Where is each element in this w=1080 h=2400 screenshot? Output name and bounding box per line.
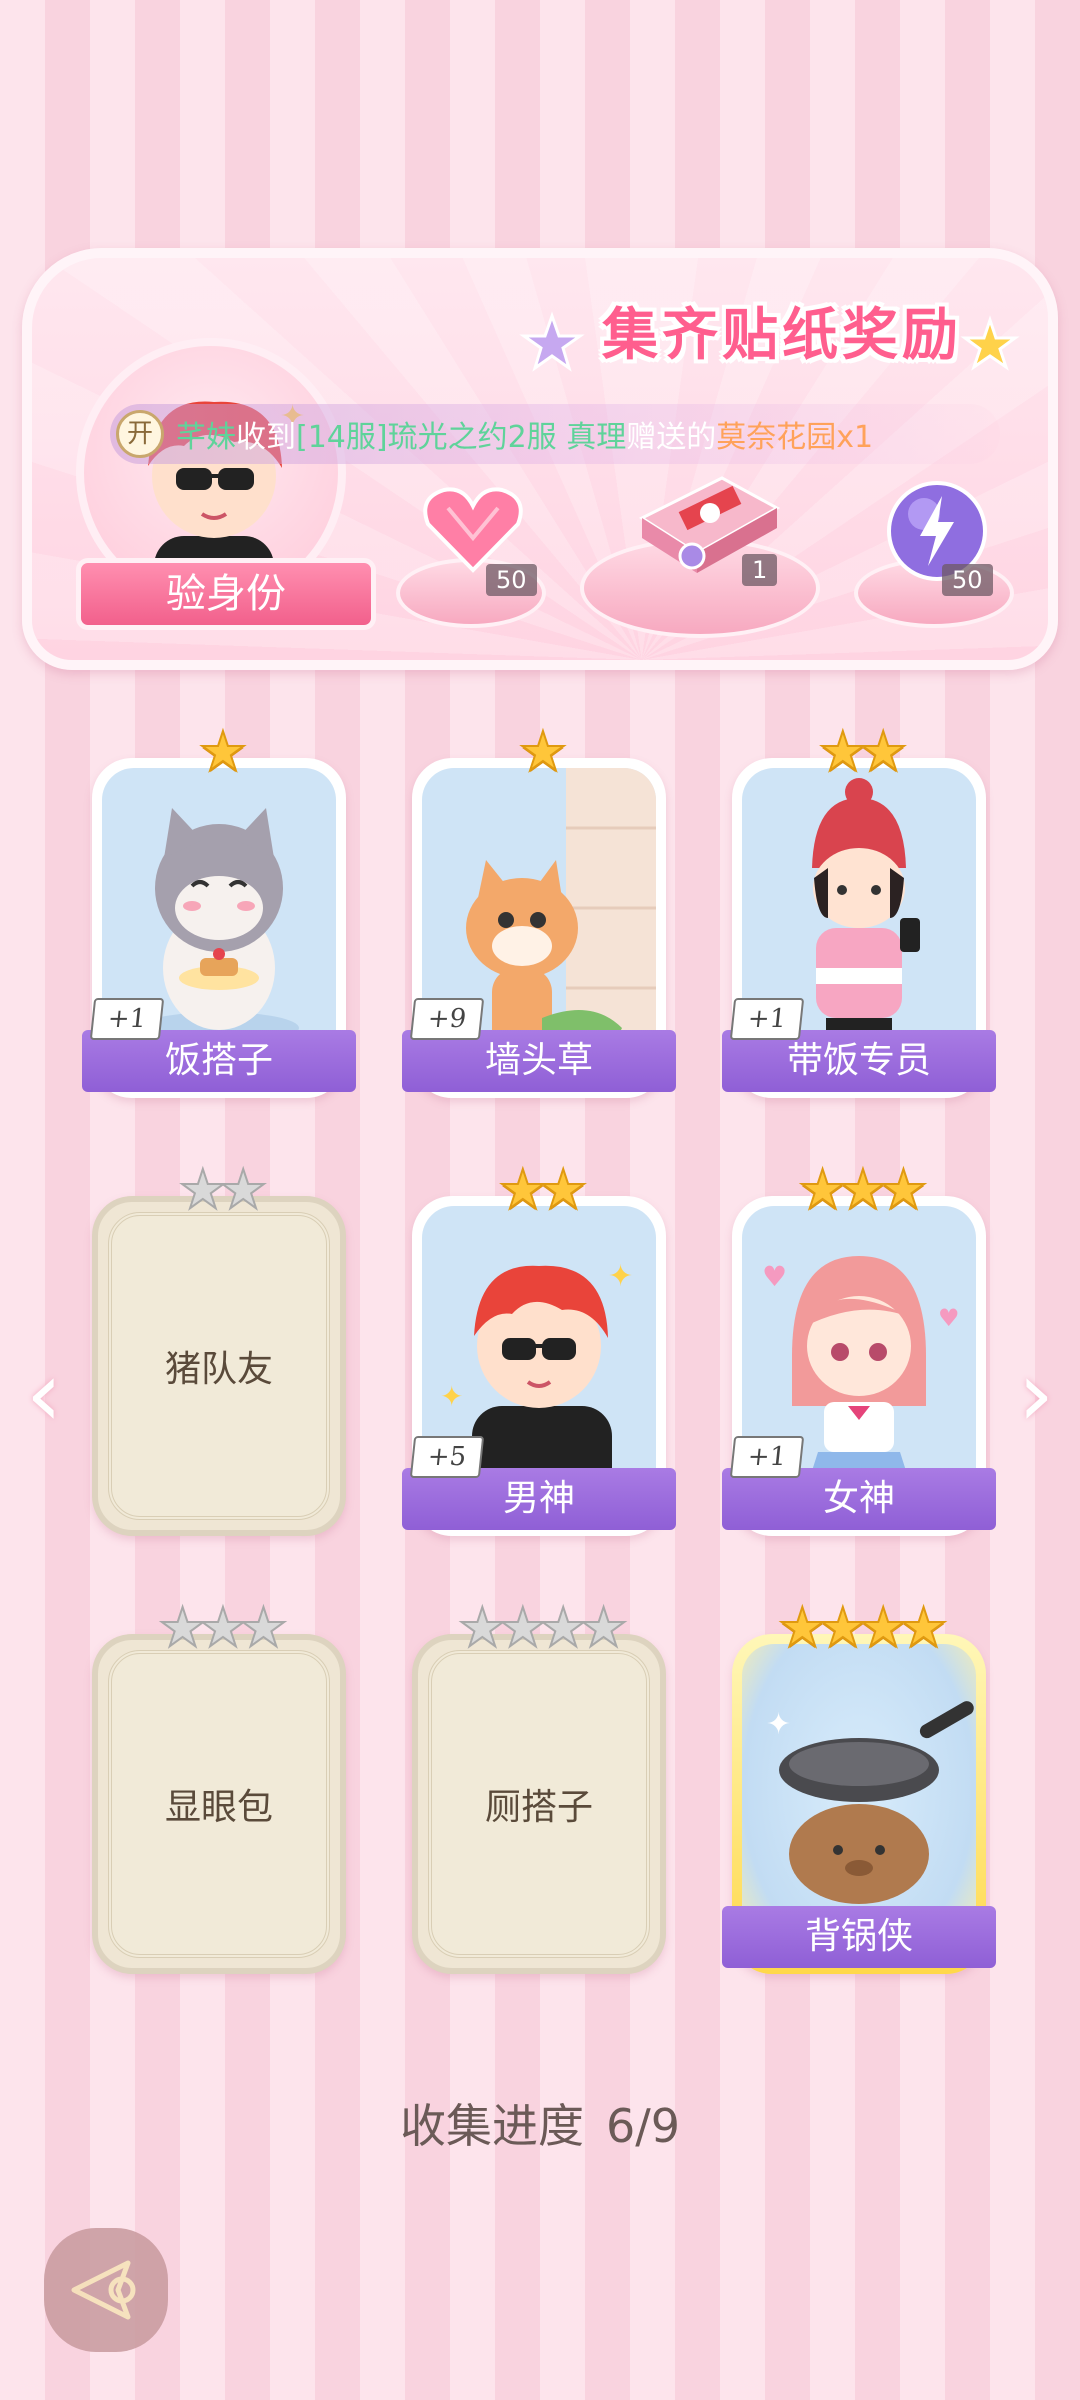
banner-title: 集齐贴纸奖励 [602,303,962,368]
star-rating: ★★ [818,720,909,783]
collection-progress: 收集进度 6/9 [0,2090,1080,2156]
star-rating: ★★★ [797,1158,928,1221]
ticker-user: 芊妹 [176,420,236,455]
svg-text:♥: ♥ [762,1260,787,1293]
card-frame: 显眼包 [92,1634,346,1974]
svg-text:✦: ✦ [440,1380,463,1413]
progress-label: 收集进度 [399,2099,584,2153]
back-arrow-icon [71,2260,136,2320]
card-name: 背锅侠 [722,1906,996,1968]
svg-text:♥: ♥ [938,1304,960,1332]
sticker-card-7[interactable]: 显眼包 ★★★ [92,1597,346,1976]
sticker-card-2[interactable]: ★ 墙头草 +9 [402,721,676,1100]
ticker-badge: 开 [116,410,164,458]
star-rating: ★★ [178,1158,269,1221]
star-rating: ★ [198,720,249,783]
back-button[interactable] [44,2228,168,2352]
sticker-card-9[interactable]: ✦ ★★★★ 背锅侠 [722,1597,996,1976]
card-count: +1 [89,998,165,1040]
card-count: +1 [729,998,805,1040]
ticker-target: [14服]琉光之约2服 真理 [296,420,627,455]
card-art-area: 厕搭子 [428,1650,650,1958]
svg-text:✦: ✦ [766,1707,791,1742]
heart-gem-icon[interactable] [418,478,528,578]
star-rating: ★ [518,720,569,783]
sticker-card-1[interactable]: ★ 饭搭子 +1 [82,721,356,1100]
sticker-card-4[interactable]: 猪队友 ★★ [92,1159,346,1538]
gift-ticker: 开 芊妹 收到 [14服]琉光之约2服 真理 赠送的 莫奈花园x1 [110,404,1000,464]
reward-count-1: 50 [486,564,537,596]
card-art-area: 显眼包 [108,1650,330,1958]
next-page-arrow[interactable]: › [1006,1350,1066,1440]
sticker-card-3[interactable]: ★★ 带饭专员 +1 [722,721,996,1100]
card-count: +5 [409,1436,485,1478]
sticker-card-8[interactable]: 厕搭子 ★★★★ [412,1597,666,1976]
card-art-area: 猪队友 [108,1212,330,1520]
svg-text:✦: ✦ [608,1259,633,1294]
card-frame: 厕搭子 [412,1634,666,1974]
card-name: 猪队友 [164,1349,273,1390]
verify-identity-button[interactable]: 验身份 [76,558,376,630]
star-rating: ★★★★ [457,1596,629,1659]
sticker-card-5[interactable]: ✦ ✦ ★★ 男神 +5 [402,1159,676,1538]
ticker-verb: 收到 [236,420,296,455]
star-rating: ★★★ [157,1596,288,1659]
reward-banner: 集齐贴纸奖励 ✦ 验身份 开 芊妹 收到 [14服]琉光之约2服 真理 赠送的 … [22,248,1058,670]
reward-count-3: 50 [942,564,993,596]
card-count: +1 [729,1436,805,1478]
reward-count-2: 1 [742,554,778,586]
star-rating: ★★ [498,1158,589,1221]
card-name: 厕搭子 [484,1787,593,1828]
prev-page-arrow[interactable]: ‹ [14,1350,74,1440]
star-rating: ★★★★ [777,1596,949,1659]
progress-value: 6/9 [605,2099,681,2153]
card-name: 显眼包 [164,1787,273,1828]
card-count: +9 [409,998,485,1040]
card-frame: 猪队友 [92,1196,346,1536]
sticker-card-6[interactable]: ♥ ♥ ★★★ 女神 +1 [722,1159,996,1538]
